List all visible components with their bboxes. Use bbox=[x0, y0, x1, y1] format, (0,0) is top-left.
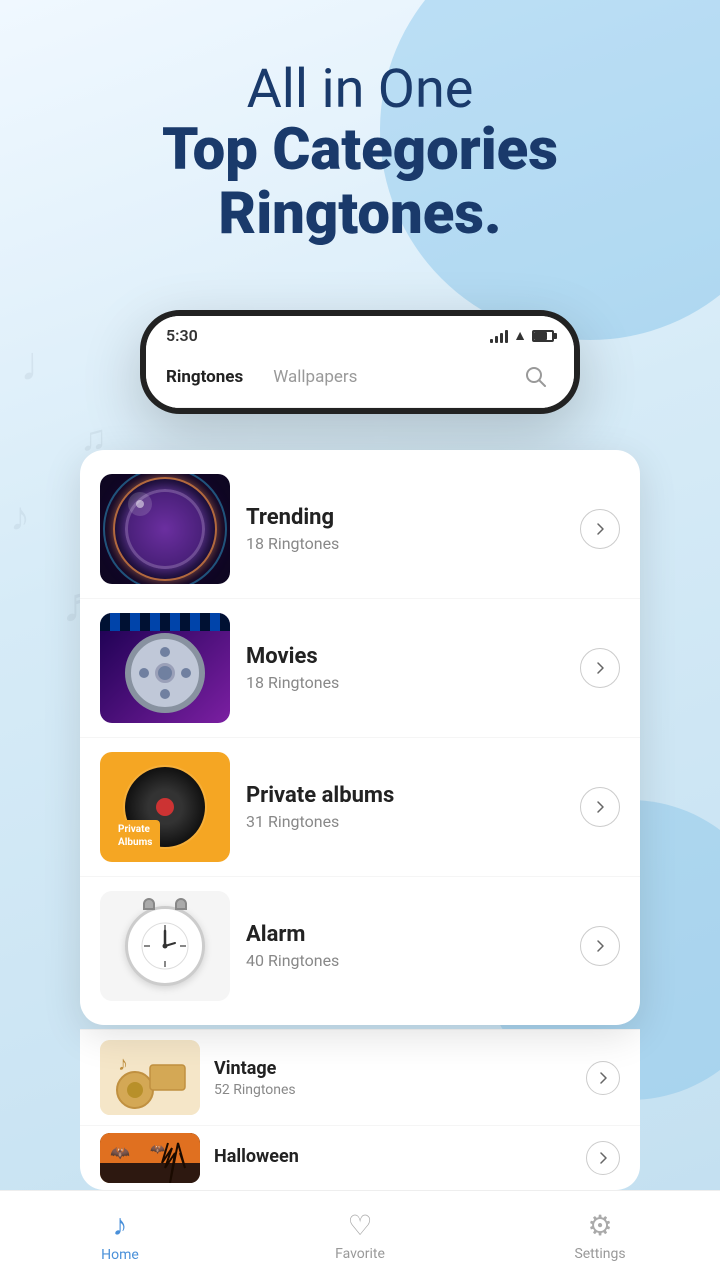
category-count-private: 31 Ringtones bbox=[246, 812, 564, 831]
partial-name-halloween: Halloween bbox=[214, 1146, 572, 1167]
thumb-vintage: ♪ bbox=[100, 1040, 200, 1115]
partial-count-vintage: 52 Ringtones bbox=[214, 1082, 572, 1098]
arrow-alarm[interactable] bbox=[580, 926, 620, 966]
thumb-private: PrivateAlbums bbox=[100, 752, 230, 862]
category-count-movies: 18 Ringtones bbox=[246, 673, 564, 692]
category-info-trending: Trending 18 Ringtones bbox=[230, 505, 580, 553]
category-movies[interactable]: Movies 18 Ringtones bbox=[80, 599, 640, 738]
category-name-movies: Movies bbox=[246, 644, 564, 669]
nav-favorite[interactable]: ♡ Favorite bbox=[310, 1209, 410, 1262]
status-time: 5:30 bbox=[166, 326, 198, 345]
category-name-trending: Trending bbox=[246, 505, 564, 530]
film-strip bbox=[100, 613, 230, 631]
arrow-movies[interactable] bbox=[580, 648, 620, 688]
category-name-private: Private albums bbox=[246, 783, 564, 808]
private-label: PrivateAlbums bbox=[110, 820, 160, 852]
wifi-icon: ▲ bbox=[513, 327, 527, 344]
arrow-vintage[interactable] bbox=[586, 1061, 620, 1095]
category-halloween[interactable]: 🦇 🦇 Halloween bbox=[80, 1125, 640, 1190]
thumb-trending bbox=[100, 474, 230, 584]
svg-text:♪: ♪ bbox=[118, 1051, 128, 1075]
tab-ringtones[interactable]: Ringtones bbox=[166, 367, 243, 387]
category-alarm[interactable]: Alarm 40 Ringtones bbox=[80, 877, 640, 1015]
category-name-alarm: Alarm bbox=[246, 922, 564, 947]
phone-tab-bar: Ringtones Wallpapers bbox=[146, 351, 574, 408]
film-reel-icon bbox=[125, 633, 205, 713]
nav-favorite-label: Favorite bbox=[335, 1246, 385, 1262]
settings-icon: ⚙ bbox=[587, 1209, 612, 1242]
nav-home-label: Home bbox=[101, 1247, 139, 1263]
search-button[interactable] bbox=[518, 359, 554, 395]
phone-mockup: 5:30 ▲ Ringtones Wallpapers bbox=[140, 310, 580, 414]
category-trending[interactable]: Trending 18 Ringtones bbox=[80, 460, 640, 599]
speaker-icon bbox=[125, 489, 205, 569]
thumb-movies bbox=[100, 613, 230, 723]
arrow-halloween[interactable] bbox=[586, 1141, 620, 1175]
tab-wallpapers[interactable]: Wallpapers bbox=[273, 367, 357, 387]
svg-text:🦇: 🦇 bbox=[150, 1142, 165, 1156]
bottom-navigation: ♪ Home ♡ Favorite ⚙ Settings bbox=[0, 1190, 720, 1280]
arrow-trending[interactable] bbox=[580, 509, 620, 549]
partial-name-vintage: Vintage bbox=[214, 1058, 572, 1079]
signal-icon bbox=[490, 329, 508, 343]
header-line2: Top Categories bbox=[0, 119, 720, 183]
alarm-clock-icon bbox=[125, 906, 205, 986]
home-music-icon: ♪ bbox=[113, 1208, 128, 1243]
svg-text:🦇: 🦇 bbox=[110, 1143, 130, 1162]
categories-container: Trending 18 Ringtones Movies 18 Ringtone… bbox=[80, 450, 640, 1025]
category-vintage[interactable]: ♪ Vintage 52 Ringtones bbox=[80, 1029, 640, 1125]
battery-icon bbox=[532, 330, 554, 342]
nav-settings-label: Settings bbox=[574, 1246, 625, 1262]
nav-home[interactable]: ♪ Home bbox=[70, 1208, 170, 1263]
header-section: All in One Top Categories Ringtones. bbox=[0, 60, 720, 247]
thumb-halloween: 🦇 🦇 bbox=[100, 1133, 200, 1183]
category-info-private: Private albums 31 Ringtones bbox=[230, 783, 580, 831]
header-line3: Ringtones. bbox=[0, 183, 720, 247]
partial-info-halloween: Halloween bbox=[200, 1146, 586, 1170]
category-count-trending: 18 Ringtones bbox=[246, 534, 564, 553]
category-info-movies: Movies 18 Ringtones bbox=[230, 644, 580, 692]
partial-info-vintage: Vintage 52 Ringtones bbox=[200, 1058, 586, 1098]
category-info-alarm: Alarm 40 Ringtones bbox=[230, 922, 580, 970]
status-bar: 5:30 ▲ bbox=[146, 316, 574, 351]
category-private-albums[interactable]: PrivateAlbums Private albums 31 Ringtone… bbox=[80, 738, 640, 877]
status-icons: ▲ bbox=[490, 327, 554, 344]
thumb-alarm bbox=[100, 891, 230, 1001]
favorite-icon: ♡ bbox=[347, 1209, 372, 1242]
partial-categories: ♪ Vintage 52 Ringtones 🦇 🦇 bbox=[80, 1029, 640, 1190]
nav-settings[interactable]: ⚙ Settings bbox=[550, 1209, 650, 1262]
header-line1: All in One bbox=[0, 60, 720, 119]
svg-text:♪: ♪ bbox=[10, 493, 30, 540]
arrow-private[interactable] bbox=[580, 787, 620, 827]
svg-text:♩: ♩ bbox=[20, 335, 68, 392]
category-count-alarm: 40 Ringtones bbox=[246, 951, 564, 970]
